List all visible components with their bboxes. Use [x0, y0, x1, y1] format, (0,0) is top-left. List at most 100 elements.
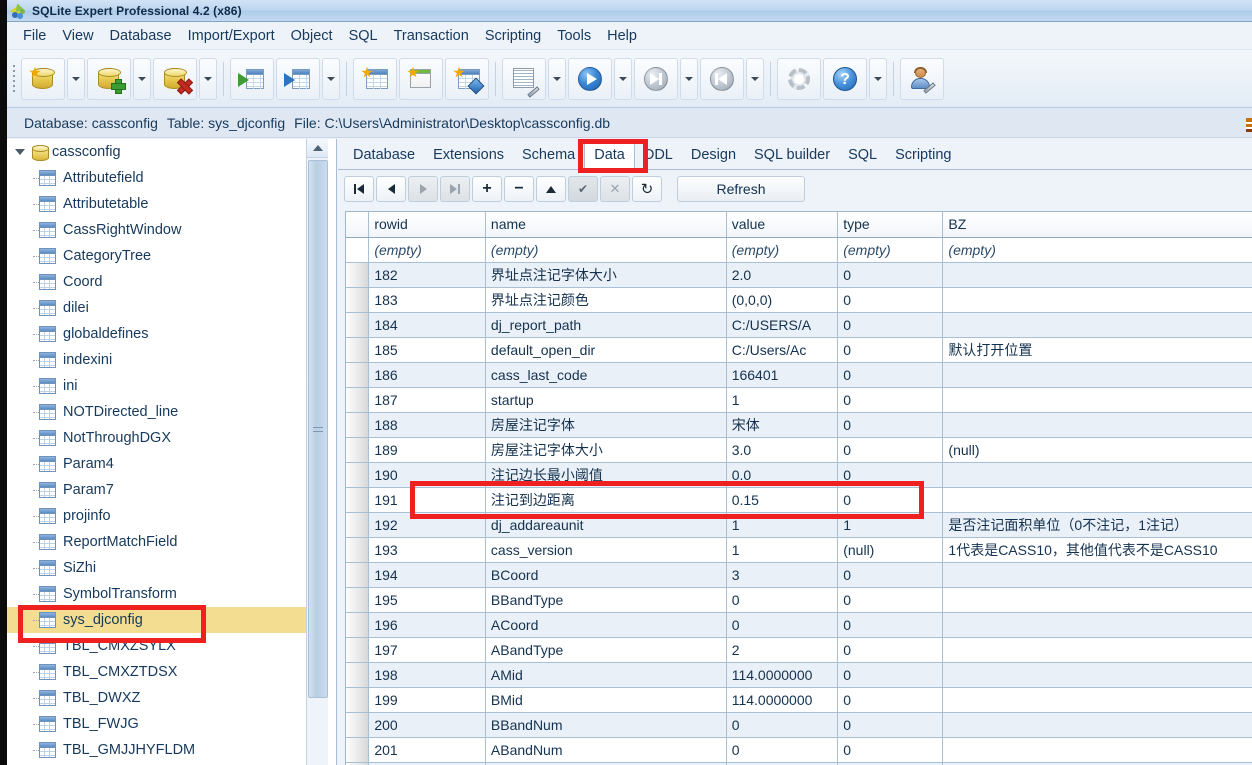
filter-type[interactable]: (empty) [837, 237, 944, 263]
column-header-name[interactable]: name [485, 212, 727, 238]
tree-item-tbl-cmxztdsx[interactable]: TBL_CMXZTDSX [7, 659, 319, 685]
tree-item-notthroughdgx[interactable]: NotThroughDGX [7, 425, 319, 451]
cell-type[interactable]: 0 [837, 562, 944, 588]
row-gutter[interactable] [346, 587, 370, 613]
row-gutter[interactable] [346, 462, 370, 488]
cell-name[interactable]: BCoord [485, 562, 727, 588]
cell-bz[interactable] [942, 287, 1252, 313]
edit-record-button[interactable] [536, 176, 566, 202]
cell-rowid[interactable]: 194 [368, 562, 486, 588]
open-database-dropdown[interactable] [67, 57, 85, 100]
step-back-button[interactable] [700, 57, 744, 100]
cell-rowid[interactable]: 191 [368, 487, 486, 513]
cell-value[interactable]: (0,0,0) [726, 287, 839, 313]
cell-bz[interactable] [942, 712, 1252, 738]
menu-file[interactable]: File [15, 26, 54, 46]
cell-name[interactable]: 界址点注记字体大小 [485, 262, 727, 288]
cell-type[interactable]: 0 [837, 362, 944, 388]
tree-item-attributefield[interactable]: Attributefield [7, 165, 319, 191]
cell-bz[interactable] [942, 362, 1252, 388]
cell-rowid[interactable]: 192 [368, 512, 486, 538]
row-gutter[interactable] [346, 412, 370, 438]
cell-type[interactable]: 1 [837, 512, 944, 538]
tab-ddl[interactable]: DDL [635, 143, 682, 169]
execute-button[interactable] [568, 57, 612, 100]
row-gutter[interactable] [346, 537, 370, 563]
table-row[interactable]: 195 BBandType 0 0 [346, 587, 1252, 613]
tree-item-param7[interactable]: Param7 [7, 477, 319, 503]
table-row[interactable]: 197 ABandType 2 0 [346, 637, 1252, 663]
cell-rowid[interactable]: 197 [368, 637, 486, 663]
filter-name[interactable]: (empty) [485, 237, 727, 263]
cell-name[interactable]: 界址点注记颜色 [485, 287, 727, 313]
cell-type[interactable]: 0 [837, 262, 944, 288]
column-header-bz[interactable]: BZ [942, 212, 1252, 238]
cell-type[interactable]: 0 [837, 462, 944, 488]
cell-bz[interactable] [942, 587, 1252, 613]
tree-item-attributetable[interactable]: Attributetable [7, 191, 319, 217]
tab-sql-builder[interactable]: SQL builder [745, 143, 839, 169]
cell-name[interactable]: ABandNum [485, 737, 727, 763]
table-row[interactable]: 184 dj_report_path C:/USERS/A 0 [346, 312, 1252, 338]
cell-value[interactable]: 1 [726, 512, 839, 538]
cell-bz[interactable] [942, 487, 1252, 513]
cell-rowid[interactable]: 190 [368, 462, 486, 488]
filter-value[interactable]: (empty) [726, 237, 839, 263]
row-gutter[interactable] [346, 712, 370, 738]
menu-import-export[interactable]: Import/Export [180, 26, 283, 46]
table-row[interactable]: 200 BBandNum 0 0 [346, 712, 1252, 738]
new-database-button[interactable] [87, 57, 131, 100]
row-gutter[interactable] [346, 487, 370, 513]
scroll-up-button[interactable] [307, 139, 328, 158]
tree-item-projinfo[interactable]: projinfo [7, 503, 319, 529]
row-gutter[interactable] [346, 312, 370, 338]
cell-name[interactable]: cass_last_code [485, 362, 727, 388]
new-database-dropdown[interactable] [133, 57, 151, 100]
tree-item-param4[interactable]: Param4 [7, 451, 319, 477]
cell-value[interactable]: 0 [726, 612, 839, 638]
tree-item-reportmatchfield[interactable]: ReportMatchField [7, 529, 319, 555]
tree-item-globaldefines[interactable]: globaldefines [7, 321, 319, 347]
cell-value[interactable]: 114.0000000 [726, 662, 839, 688]
cell-type[interactable]: 0 [837, 487, 944, 513]
cell-bz[interactable] [942, 612, 1252, 638]
post-edit-button[interactable]: ✔ [568, 176, 598, 202]
cell-bz[interactable]: 1代表是CASS10，其他值代表不是CASS10 [942, 537, 1252, 563]
table-row[interactable]: 187 startup 1 0 [346, 387, 1252, 413]
tree-item-ini[interactable]: ini [7, 373, 319, 399]
cell-type[interactable]: 0 [837, 287, 944, 313]
refresh-record-button[interactable]: ↻ [632, 176, 662, 202]
table-row[interactable]: 198 AMid 114.0000000 0 [346, 662, 1252, 688]
menu-view[interactable]: View [54, 26, 101, 46]
table-row[interactable]: 183 界址点注记颜色 (0,0,0) 0 [346, 287, 1252, 313]
column-header-type[interactable]: type [837, 212, 944, 238]
open-database-button[interactable] [21, 57, 65, 100]
step-forward-button[interactable] [634, 57, 678, 100]
cell-value[interactable]: 0.15 [726, 487, 839, 513]
cell-name[interactable]: AMid [485, 662, 727, 688]
table-row[interactable]: 191 注记到边距离 0.15 0 [346, 487, 1252, 513]
cell-type[interactable]: 0 [837, 687, 944, 713]
cell-type[interactable]: 0 [837, 662, 944, 688]
cell-name[interactable]: dj_addareaunit [485, 512, 727, 538]
cell-name[interactable]: 房屋注记字体大小 [485, 437, 727, 463]
tab-design[interactable]: Design [682, 143, 745, 169]
cell-bz[interactable] [942, 637, 1252, 663]
cell-value[interactable]: 2.0 [726, 262, 839, 288]
cell-bz[interactable]: 是否注记面积单位（0不注记，1注记） [942, 512, 1252, 538]
cell-name[interactable]: ABandType [485, 637, 727, 663]
tab-data[interactable]: Data [584, 142, 635, 170]
cell-type[interactable]: 0 [837, 412, 944, 438]
cell-type[interactable]: 0 [837, 387, 944, 413]
cell-bz[interactable] [942, 312, 1252, 338]
table-row[interactable]: 188 房屋注记字体 宋体 0 [346, 412, 1252, 438]
cell-bz[interactable] [942, 262, 1252, 288]
sidebar-scrollbar[interactable] [306, 139, 328, 765]
row-gutter[interactable] [346, 387, 370, 413]
tab-scripting[interactable]: Scripting [886, 143, 960, 169]
cancel-edit-button[interactable]: ✕ [600, 176, 630, 202]
cell-name[interactable]: default_open_dir [485, 337, 727, 363]
new-view-button[interactable] [399, 57, 443, 100]
previous-record-button[interactable] [376, 176, 406, 202]
tree-item-sizhi[interactable]: SiZhi [7, 555, 319, 581]
